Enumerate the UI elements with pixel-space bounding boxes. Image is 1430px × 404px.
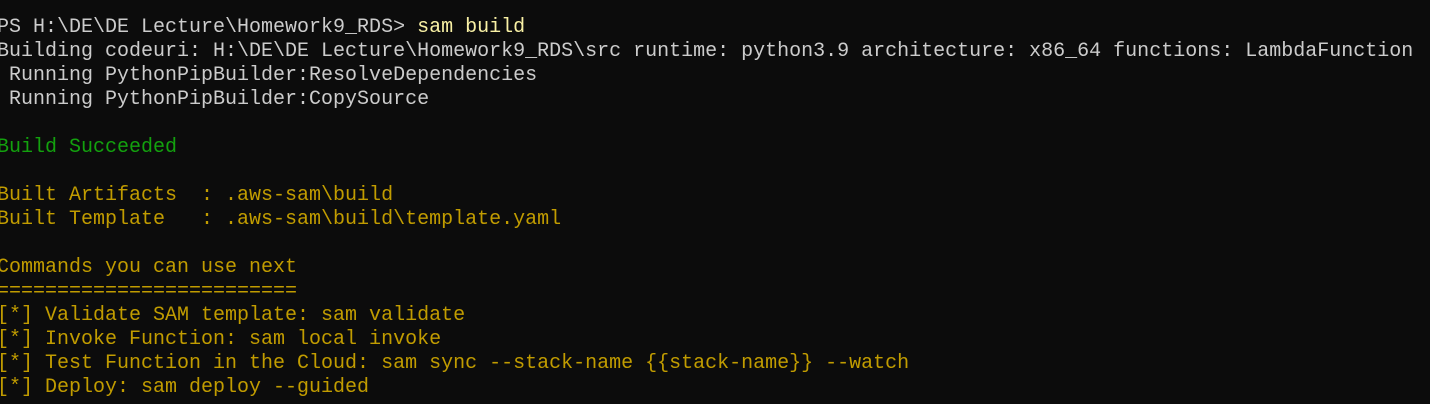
next-commands-header: Commands you can use next xyxy=(0,256,298,279)
build-status: Build Succeeded xyxy=(0,136,178,159)
output-line: Running PythonPipBuilder:ResolveDependen… xyxy=(0,64,538,87)
output-line: Running PythonPipBuilder:CopySource xyxy=(0,88,430,111)
next-command: [*] Validate SAM template: sam validate xyxy=(0,304,466,327)
next-command: [*] Deploy: sam deploy --guided xyxy=(0,376,370,399)
command: sam build xyxy=(417,16,526,39)
next-command: [*] Invoke Function: sam local invoke xyxy=(0,328,442,351)
terminal-output[interactable]: PS H:\DE\DE Lecture\Homework9_RDS> sam b… xyxy=(0,16,1413,400)
prompt: PS H:\DE\DE Lecture\Homework9_RDS> xyxy=(0,16,418,39)
prompt-line: PS H:\DE\DE Lecture\Homework9_RDS> sam b… xyxy=(0,16,1413,40)
next-command: [*] Test Function in the Cloud: sam sync… xyxy=(0,352,910,375)
artifact-line: Built Template : .aws-sam\build\template… xyxy=(0,208,562,231)
artifact-line: Built Artifacts : .aws-sam\build xyxy=(0,184,394,207)
separator: ========================= xyxy=(0,280,298,303)
output-line: Building codeuri: H:\DE\DE Lecture\Homew… xyxy=(0,40,1414,63)
